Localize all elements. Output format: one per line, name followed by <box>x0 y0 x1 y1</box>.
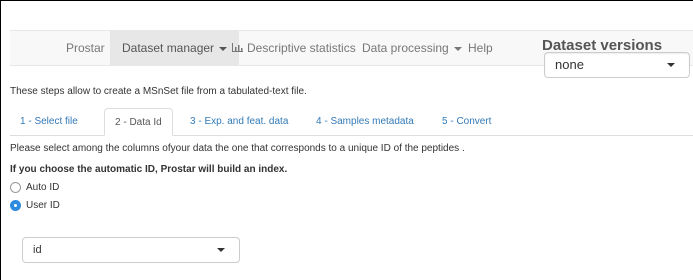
tab-label: 5 - Convert <box>442 116 492 127</box>
bar-chart-icon <box>232 43 243 53</box>
nav-dataset-manager-label: Dataset manager <box>122 41 215 55</box>
dataset-versions-value: none <box>555 57 584 72</box>
nav-prostar-label: Prostar <box>66 41 105 55</box>
tab-label: 1 - Select file <box>20 116 78 127</box>
radio-label: Auto ID <box>26 182 60 193</box>
chevron-down-icon <box>217 248 225 252</box>
tab-exp-feat-data[interactable]: 3 - Exp. and feat. data <box>180 108 298 135</box>
nav-dataset-manager[interactable]: Dataset manager <box>110 31 240 66</box>
radio-checked-icon <box>10 200 21 211</box>
tab-samples-metadata[interactable]: 4 - Samples metadata <box>306 108 424 135</box>
tab-bar: 1 - Select file 2 - Data Id 3 - Exp. and… <box>10 108 693 136</box>
id-column-value: id <box>33 244 42 256</box>
tab-convert[interactable]: 5 - Convert <box>432 108 501 135</box>
auto-id-note: If you choose the automatic ID, Prostar … <box>10 164 288 175</box>
nav-descriptive-statistics[interactable]: Descriptive statistics <box>232 31 356 66</box>
tab-data-id[interactable]: 2 - Data Id <box>104 108 173 136</box>
tab-label: 4 - Samples metadata <box>316 116 414 127</box>
radio-label: User ID <box>26 200 60 211</box>
tab-label: 3 - Exp. and feat. data <box>190 116 289 127</box>
radio-circle-icon <box>10 182 21 193</box>
tab-label: 2 - Data Id <box>115 117 162 128</box>
tab-select-file[interactable]: 1 - Select file <box>10 108 88 135</box>
nav-descriptive-statistics-label: Descriptive statistics <box>247 41 356 55</box>
chevron-down-icon <box>219 46 228 51</box>
nav-help-label: Help <box>468 41 493 55</box>
chevron-down-icon <box>453 46 462 51</box>
nav-data-processing[interactable]: Data processing <box>362 31 462 66</box>
intro-text: These steps allow to create a MSnSet fil… <box>10 86 307 97</box>
nav-data-processing-label: Data processing <box>362 41 449 55</box>
nav-help[interactable]: Help <box>468 31 493 66</box>
chevron-down-icon <box>667 63 675 67</box>
dataset-versions-select[interactable]: none <box>544 52 690 78</box>
id-column-select[interactable]: id <box>22 237 240 263</box>
nav-prostar[interactable]: Prostar <box>66 31 105 66</box>
instruction-text: Please select among the columns ofyour d… <box>10 143 465 154</box>
